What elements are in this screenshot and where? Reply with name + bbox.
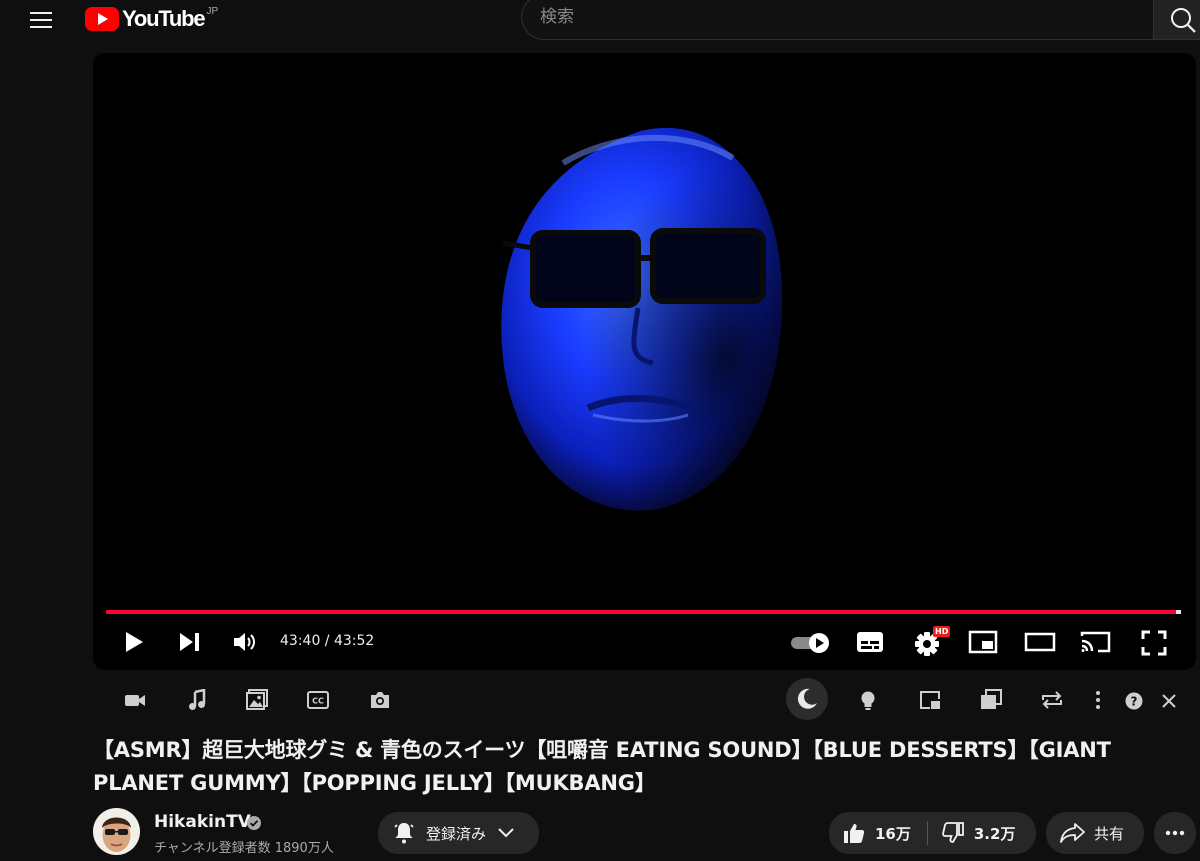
fullscreen-icon — [1141, 630, 1167, 656]
subtitles-button[interactable] — [856, 630, 884, 654]
search-input[interactable] — [522, 0, 1122, 39]
video-frame — [501, 127, 783, 511]
like-dislike-group: 16万 3.2万 — [829, 812, 1036, 854]
youtube-play-icon — [85, 7, 119, 31]
more-options-button[interactable] — [1094, 690, 1102, 710]
time-display: 43:40 / 43:52 — [280, 633, 375, 649]
bell-icon — [394, 823, 414, 844]
skip-next-icon — [180, 633, 199, 651]
video-camera-icon — [125, 695, 145, 706]
lightbulb-icon — [861, 691, 875, 710]
menu-icon[interactable] — [30, 10, 54, 30]
closed-captions-icon: CC — [307, 691, 329, 709]
miniplayer-button[interactable] — [968, 630, 998, 654]
region-label: JP — [206, 5, 219, 17]
avatar-image — [93, 808, 140, 855]
svg-text:?: ? — [1131, 695, 1138, 709]
more-horiz-icon — [1165, 830, 1185, 836]
video-camera-button[interactable] — [124, 691, 146, 709]
like-count: 16万 — [875, 824, 911, 843]
autoplay-toggle-icon — [791, 633, 829, 653]
search-button[interactable] — [1153, 0, 1200, 40]
audio-only-button[interactable] — [188, 689, 206, 711]
dark-mode-button[interactable] — [786, 678, 828, 720]
copy-icon — [981, 689, 1002, 709]
more-actions-button[interactable] — [1154, 812, 1196, 854]
search-bar — [521, 0, 1153, 40]
play-button[interactable] — [122, 630, 146, 654]
repeat-icon — [1042, 691, 1062, 709]
play-icon — [126, 632, 143, 652]
volume-icon — [234, 633, 255, 651]
dislike-count: 3.2万 — [973, 824, 1016, 843]
cast-icon — [1080, 631, 1111, 653]
picture-in-picture-icon — [920, 691, 940, 709]
screenshot-button[interactable] — [369, 690, 391, 710]
moon-icon — [797, 688, 817, 709]
subscribed-button[interactable]: 登録済み — [378, 812, 539, 854]
music-note-icon — [189, 689, 206, 710]
subscribe-label: 登録済み — [426, 824, 487, 843]
camera-icon — [371, 692, 389, 708]
more-vert-icon — [1096, 691, 1100, 709]
subscriber-count: チャンネル登録者数 1890万人 — [154, 841, 334, 856]
cast-button[interactable] — [1080, 630, 1112, 654]
progress-fill — [106, 610, 1176, 614]
like-button[interactable]: 16万 — [829, 812, 911, 854]
video-title: 【ASMR】超巨大地球グミ & 青色のスイーツ【咀嚼音 EATING SOUND… — [93, 738, 1111, 795]
channel-avatar[interactable] — [93, 808, 140, 855]
lights-off-button[interactable] — [859, 690, 877, 712]
share-arrow-icon — [1060, 823, 1085, 843]
youtube-logo[interactable]: YouTube JP — [85, 6, 218, 32]
image-button[interactable] — [246, 689, 268, 711]
copy-button[interactable] — [980, 689, 1002, 711]
picture-in-picture-button[interactable] — [919, 690, 941, 710]
thumbs-up-icon — [844, 824, 865, 843]
help-icon: ? — [1125, 692, 1143, 710]
theater-mode-button[interactable] — [1024, 631, 1056, 653]
autoplay-toggle[interactable] — [790, 632, 832, 654]
fullscreen-button[interactable] — [1141, 630, 1167, 656]
video-player[interactable] — [93, 53, 1196, 670]
share-label: 共有 — [1094, 824, 1125, 843]
loop-button[interactable] — [1040, 690, 1064, 710]
close-icon — [1162, 694, 1176, 708]
verified-badge-icon — [247, 816, 261, 830]
image-icon — [246, 689, 268, 710]
closed-captions-button[interactable]: CC — [307, 691, 329, 709]
channel-name[interactable]: HikakinTV — [154, 812, 251, 832]
subtitles-icon — [857, 632, 883, 652]
logo-text: YouTube — [122, 6, 206, 31]
next-button[interactable] — [178, 631, 202, 653]
search-icon — [1171, 8, 1196, 33]
svg-text:CC: CC — [312, 697, 324, 706]
volume-button[interactable] — [232, 630, 258, 654]
theater-mode-icon — [1024, 632, 1056, 652]
help-button[interactable]: ? — [1125, 692, 1143, 710]
share-button[interactable]: 共有 — [1046, 812, 1144, 854]
hd-badge: HD — [933, 626, 951, 637]
chevron-down-icon — [498, 828, 514, 838]
dislike-button[interactable]: 3.2万 — [928, 812, 1016, 854]
miniplayer-icon — [968, 630, 998, 654]
close-button[interactable] — [1161, 693, 1177, 709]
thumbs-down-icon — [942, 822, 964, 843]
